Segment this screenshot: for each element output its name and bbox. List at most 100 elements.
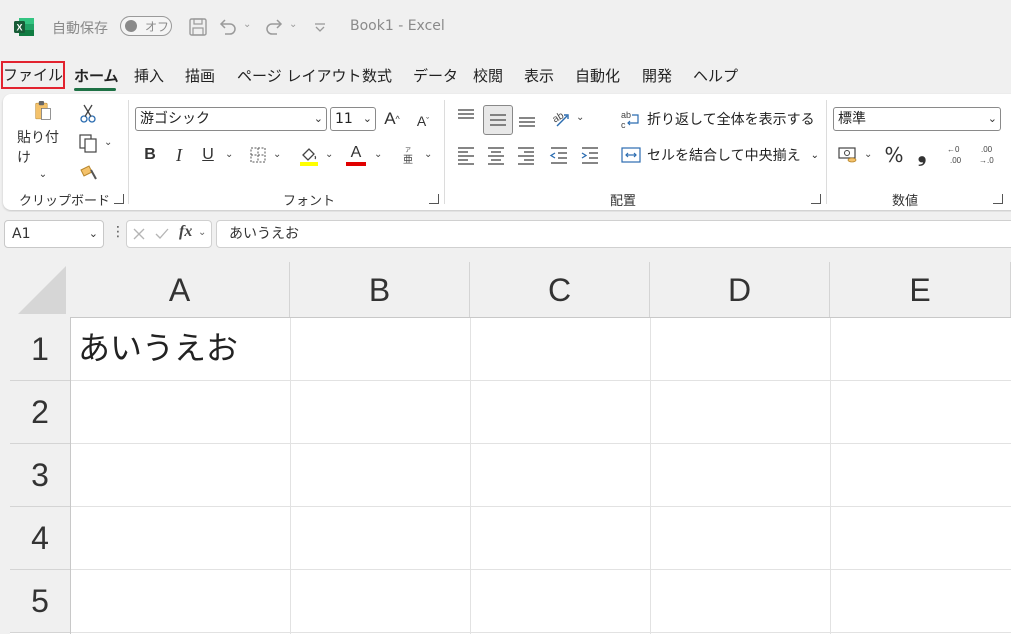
tab-automate[interactable]: 自動化 <box>575 62 620 90</box>
cell-a1[interactable]: あいうえお <box>78 318 238 381</box>
name-box[interactable]: A1 ⌄ <box>4 220 104 248</box>
font-color-button[interactable]: A <box>344 142 368 168</box>
increase-font-size-icon[interactable]: A ^ <box>381 108 403 130</box>
row-header-5[interactable]: 5 <box>10 570 70 633</box>
row-header-1[interactable]: 1 <box>10 318 70 381</box>
column-header-e[interactable]: E <box>830 262 1011 318</box>
comma-style-button[interactable]: ❟ <box>913 142 931 167</box>
phonetic-dropdown-icon[interactable]: ⌄ <box>424 149 432 160</box>
align-left-icon[interactable] <box>455 144 477 166</box>
borders-icon[interactable] <box>248 145 268 165</box>
column-header-c[interactable]: C <box>470 262 650 318</box>
redo-icon[interactable] <box>262 15 286 39</box>
font-launcher-icon[interactable] <box>429 194 439 204</box>
insert-function-button[interactable]: fx <box>179 223 192 241</box>
worksheet-grid[interactable]: A B C D E 1 2 3 4 5 あいうえお <box>10 262 1011 634</box>
row-header-4[interactable]: 4 <box>10 507 70 570</box>
tab-developer[interactable]: 開発 <box>642 62 672 90</box>
align-right-icon[interactable] <box>515 144 537 166</box>
align-top-icon[interactable] <box>455 106 477 128</box>
tab-home[interactable]: ホーム <box>74 62 119 90</box>
wrap-text-button[interactable]: ab c 折り返して全体を表示する <box>620 107 815 131</box>
format-painter-icon[interactable] <box>77 160 99 182</box>
tab-insert[interactable]: 挿入 <box>134 62 164 90</box>
orientation-dropdown-icon[interactable]: ⌄ <box>576 112 584 123</box>
title-bar: X 自動保存 オフ ⌄ ⌄ Book1 - Excel <box>0 0 1011 56</box>
decrease-indent-icon[interactable] <box>548 144 570 166</box>
borders-dropdown-icon[interactable]: ⌄ <box>273 149 281 160</box>
autosave-toggle[interactable]: オフ <box>120 16 172 36</box>
italic-button[interactable]: I <box>168 144 190 166</box>
tab-help[interactable]: ヘルプ <box>693 62 738 90</box>
number-format-combo[interactable]: 標準 ⌄ <box>833 107 1001 131</box>
alignment-launcher-icon[interactable] <box>811 194 821 204</box>
merge-dropdown-icon[interactable]: ⌄ <box>811 150 819 161</box>
bold-button[interactable]: B <box>139 144 161 166</box>
phonetic-guide-icon[interactable]: ア 亜 <box>397 144 419 166</box>
decrease-decimal-icon[interactable]: .00 →.0 <box>977 142 1003 168</box>
column-header-d[interactable]: D <box>650 262 830 318</box>
row-header-2[interactable]: 2 <box>10 381 70 444</box>
row-header-3[interactable]: 3 <box>10 444 70 507</box>
redo-dropdown-icon[interactable]: ⌄ <box>289 19 297 30</box>
svg-text:→.0: →.0 <box>979 156 994 165</box>
column-header-b[interactable]: B <box>290 262 470 318</box>
number-launcher-icon[interactable] <box>993 194 1003 204</box>
select-all-corner[interactable] <box>10 262 70 318</box>
increase-indent-icon[interactable] <box>579 144 601 166</box>
svg-text:X: X <box>16 23 22 33</box>
svg-text:ab: ab <box>621 110 631 120</box>
chevron-down-icon: ⌄ <box>88 227 98 240</box>
clipboard-launcher-icon[interactable] <box>114 194 124 204</box>
svg-text:.00: .00 <box>950 156 962 165</box>
fx-dropdown-icon[interactable]: ⌄ <box>198 227 206 238</box>
underline-button[interactable]: U <box>197 144 219 166</box>
excel-logo-icon[interactable]: X <box>13 16 35 38</box>
customize-qat-icon[interactable] <box>308 15 332 39</box>
paste-icon <box>35 101 51 120</box>
decrease-font-size-icon[interactable]: Aˇ <box>412 110 434 132</box>
accounting-dropdown-icon[interactable]: ⌄ <box>864 149 872 160</box>
cancel-icon[interactable] <box>131 226 147 242</box>
tab-view[interactable]: 表示 <box>524 62 554 90</box>
tab-page-layout[interactable]: ページ レイアウト <box>237 62 361 90</box>
underline-dropdown-icon[interactable]: ⌄ <box>225 149 233 160</box>
percent-style-button[interactable]: % <box>882 143 906 167</box>
copy-dropdown-icon[interactable]: ⌄ <box>104 137 112 148</box>
paste-button[interactable]: 貼り付け ⌄ <box>17 100 69 180</box>
grid-line <box>470 318 471 634</box>
tab-file[interactable]: ファイル <box>1 61 65 89</box>
orientation-icon[interactable]: ab <box>549 106 573 130</box>
merge-center-icon <box>621 147 641 163</box>
formula-input[interactable]: あいうえお <box>216 220 1011 248</box>
paste-dropdown-icon[interactable]: ⌄ <box>39 169 47 180</box>
undo-dropdown-icon[interactable]: ⌄ <box>243 19 251 30</box>
column-header-a[interactable]: A <box>70 262 290 318</box>
tab-review[interactable]: 校閲 <box>473 62 503 90</box>
cut-icon[interactable] <box>77 102 99 124</box>
tab-draw[interactable]: 描画 <box>185 62 215 90</box>
more-options-icon[interactable]: ⋮ <box>111 224 125 240</box>
align-bottom-icon[interactable] <box>516 108 538 130</box>
align-middle-icon[interactable] <box>483 105 513 135</box>
font-size-combo[interactable]: 11 ⌄ <box>330 107 376 131</box>
tab-formulas[interactable]: 数式 <box>362 62 392 90</box>
fill-color-icon[interactable] <box>297 143 321 167</box>
grid-line <box>290 318 291 634</box>
fill-color-dropdown-icon[interactable]: ⌄ <box>325 149 333 160</box>
enter-check-icon[interactable] <box>154 226 170 242</box>
tab-data[interactable]: データ <box>413 62 458 90</box>
font-name-combo[interactable]: 游ゴシック ⌄ <box>135 107 327 131</box>
align-center-icon[interactable] <box>485 144 507 166</box>
grid-line <box>70 506 1011 507</box>
group-separator <box>826 100 827 204</box>
merge-center-button[interactable]: セルを結合して中央揃え ⌄ <box>620 143 819 167</box>
save-icon[interactable] <box>186 15 210 39</box>
undo-icon[interactable] <box>216 15 240 39</box>
formula-buttons: fx ⌄ <box>126 220 212 248</box>
increase-decimal-icon[interactable]: ←0 .00 <box>945 142 971 168</box>
font-color-dropdown-icon[interactable]: ⌄ <box>374 149 382 160</box>
chevron-down-icon: ⌄ <box>362 112 372 125</box>
accounting-format-icon[interactable] <box>837 145 859 165</box>
copy-icon[interactable] <box>77 132 99 154</box>
